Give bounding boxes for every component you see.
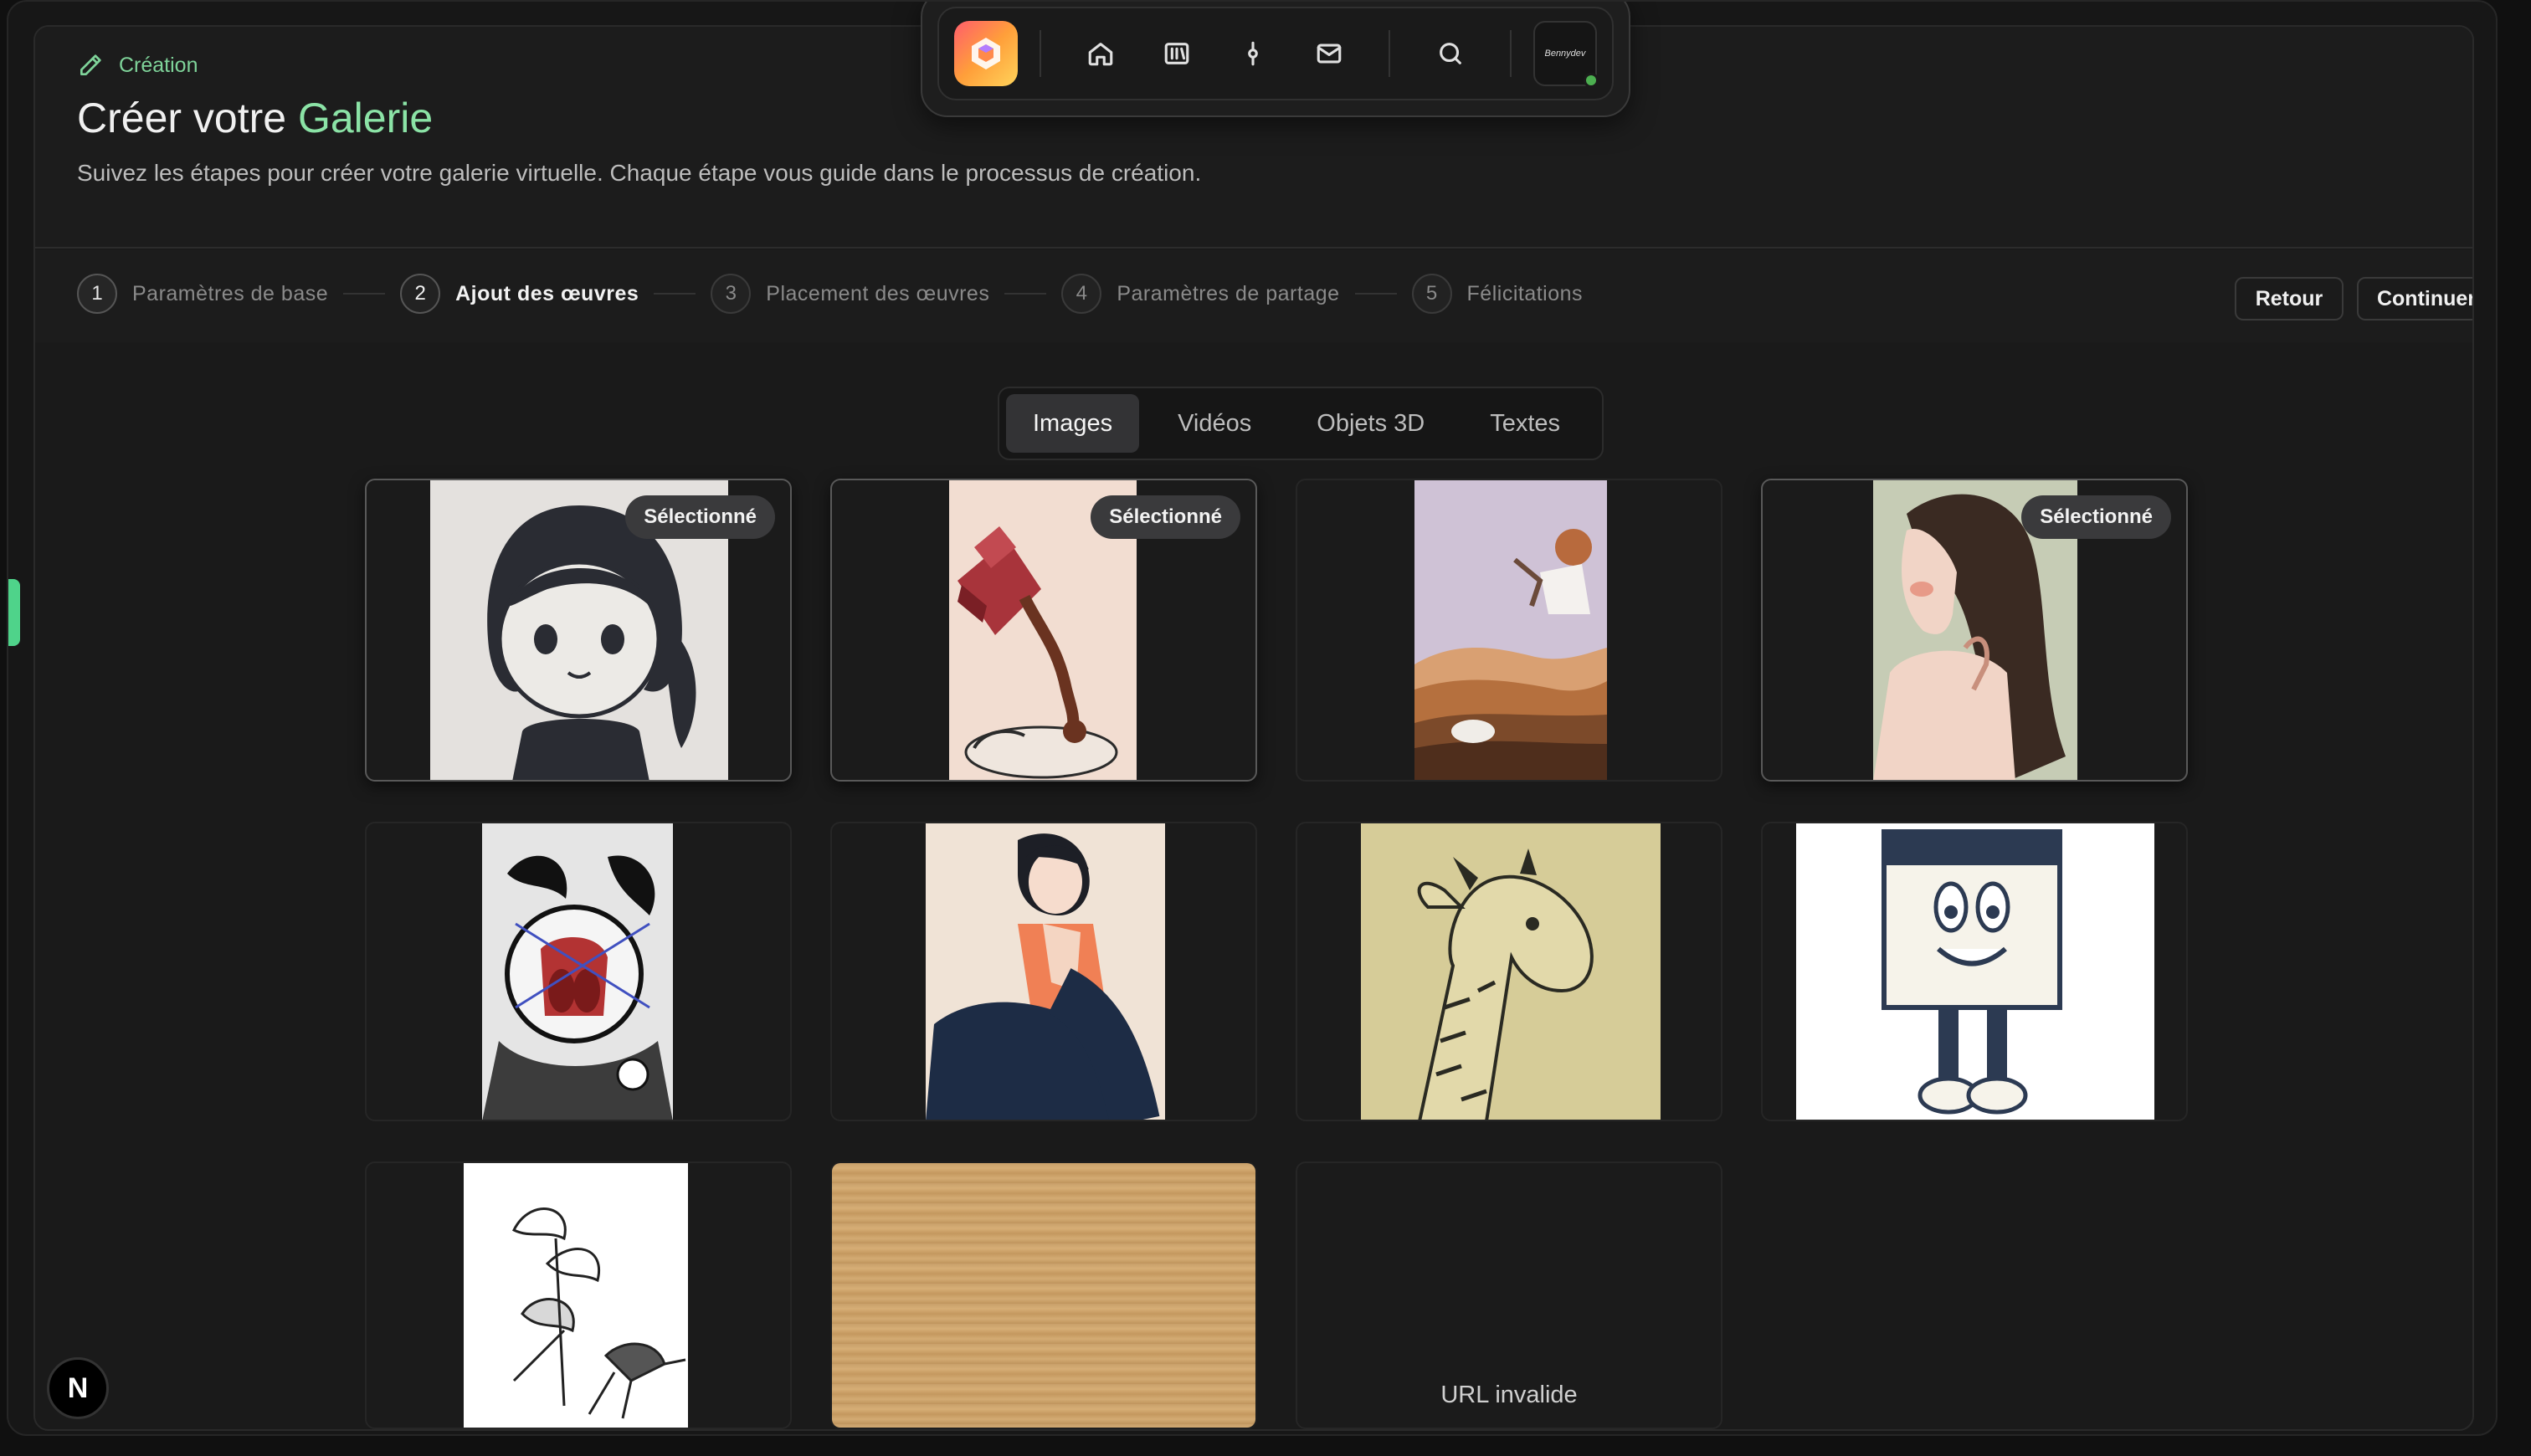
app-frame: Création Créer votre Galerie Suivez les … (7, 0, 2498, 1436)
artwork-card[interactable] (365, 1161, 792, 1429)
artwork-card[interactable] (1761, 822, 2188, 1121)
nav-search[interactable] (1430, 33, 1470, 74)
online-status-dot (1584, 73, 1599, 88)
artwork-card[interactable]: Sélectionné (365, 479, 792, 782)
side-handle[interactable] (8, 579, 20, 646)
step-label: Félicitations (1466, 281, 1584, 305)
back-button[interactable]: Retour (2235, 277, 2344, 320)
creation-tag-label: Création (119, 53, 198, 77)
artwork-image-wood-texture (832, 1163, 1255, 1428)
page-title: Créer votre Galerie (77, 94, 433, 142)
artwork-image-calendar-character (1796, 823, 2154, 1120)
step-3[interactable]: 3 Placement des œuvres (711, 274, 989, 314)
artwork-card[interactable] (1296, 479, 1722, 782)
tab-texts[interactable]: Textes (1463, 394, 1587, 453)
nav-separator (1509, 30, 1512, 77)
artwork-image-woman-sitting (926, 823, 1165, 1120)
nav-home[interactable] (1081, 33, 1121, 74)
git-commit-icon (1248, 41, 1258, 66)
step-2[interactable]: 2 Ajout des œuvres (400, 274, 639, 314)
nav-separator (1389, 30, 1391, 77)
invalid-url-label: URL invalide (1440, 1382, 1578, 1408)
artwork-card[interactable]: Sélectionné (1761, 479, 2188, 782)
creation-tag: Création (77, 52, 198, 79)
nav-commit[interactable] (1234, 33, 1273, 74)
mail-icon (1317, 44, 1342, 64)
step-number: 2 (400, 274, 441, 314)
step-separator (343, 293, 386, 295)
steps-list: 1 Paramètres de base 2 Ajout des œuvres … (77, 274, 1583, 314)
step-number: 3 (711, 274, 752, 314)
step-label: Paramètres de partage (1117, 281, 1340, 305)
step-4[interactable]: 4 Paramètres de partage (1061, 274, 1339, 314)
artwork-card[interactable] (1296, 822, 1722, 1121)
step-number: 4 (1061, 274, 1102, 314)
step-1[interactable]: 1 Paramètres de base (77, 274, 328, 314)
tab-videos[interactable]: Vidéos (1151, 394, 1278, 453)
avatar-text: Bennydev (1544, 49, 1586, 59)
step-label: Paramètres de base (132, 281, 329, 305)
page-subtitle: Suivez les étapes pour créer votre galer… (77, 160, 1202, 186)
step-label: Ajout des œuvres (455, 281, 639, 305)
step-separator (1354, 293, 1397, 295)
step-5[interactable]: 5 Félicitations (1411, 274, 1584, 314)
library-icon (1164, 43, 1189, 64)
selected-badge: Sélectionné (625, 495, 775, 539)
media-tabs: Images Vidéos Objets 3D Textes (998, 387, 1604, 460)
nav-separator (1040, 30, 1041, 77)
floating-nav: Bennydev (921, 2, 1630, 117)
nav-library[interactable] (1158, 33, 1197, 74)
selected-badge: Sélectionné (1091, 495, 1240, 539)
artwork-image-giraffe (1361, 823, 1661, 1120)
page-title-accent: Galerie (297, 95, 434, 141)
nav-mail[interactable] (1309, 33, 1348, 74)
floating-nav-bar: Bennydev (937, 7, 1614, 100)
dev-tools-badge[interactable]: N (47, 1357, 109, 1419)
selected-badge: Sélectionné (2021, 495, 2171, 539)
tab-3d-objects[interactable]: Objets 3D (1290, 394, 1451, 453)
artwork-card[interactable]: Sélectionné (830, 479, 1257, 782)
step-separator (654, 293, 696, 295)
artwork-card[interactable] (830, 822, 1257, 1121)
app-logo[interactable] (954, 21, 1019, 86)
invalid-artwork-card[interactable]: URL invalide (1296, 1161, 1722, 1429)
artwork-image-flowers-hummingbird (464, 1163, 688, 1428)
step-separator (1004, 293, 1047, 295)
page-title-prefix: Créer votre (77, 95, 287, 141)
artwork-image-desert (1414, 480, 1607, 780)
home-icon (1089, 43, 1113, 66)
artwork-card[interactable] (830, 1161, 1257, 1429)
step-label: Placement des œuvres (766, 281, 990, 305)
creation-panel: Création Créer votre Galerie Suivez les … (33, 25, 2474, 1431)
artwork-card[interactable] (365, 822, 792, 1121)
pencil-icon (80, 54, 101, 75)
continue-button[interactable]: Continuer (2357, 277, 2472, 320)
search-icon (1439, 43, 1461, 64)
stepper: 1 Paramètres de base 2 Ajout des œuvres … (35, 250, 2472, 342)
step-number: 5 (1411, 274, 1452, 314)
step-number: 1 (77, 274, 117, 314)
artwork-image-zentangle (482, 823, 673, 1120)
logo-icon (972, 38, 1001, 69)
user-avatar[interactable]: Bennydev (1532, 21, 1599, 88)
tab-images[interactable]: Images (1006, 394, 1140, 453)
